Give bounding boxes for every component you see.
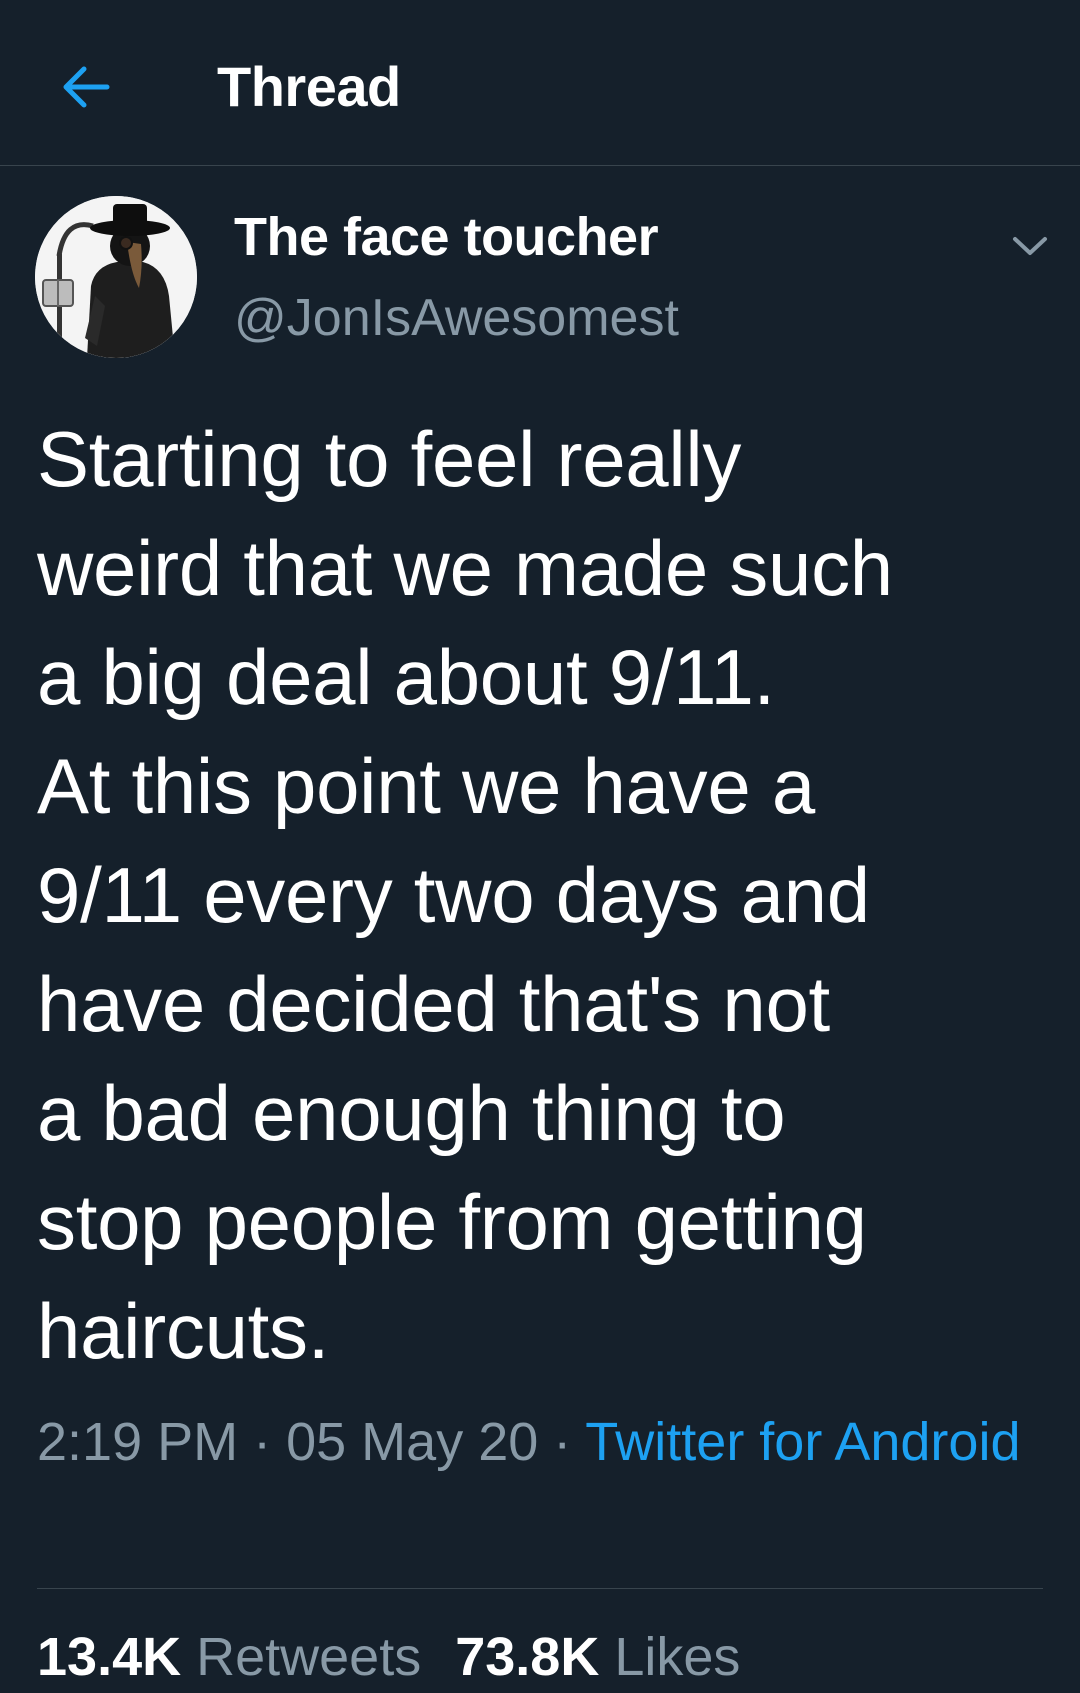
tweet-author: The face toucher @JonIsAwesomest (0, 166, 1080, 386)
tweet-text: Starting to feel really weird that we ma… (37, 415, 893, 1375)
author-handle[interactable]: @JonIsAwesomest (234, 288, 679, 348)
avatar[interactable] (35, 196, 197, 358)
tweet-stats: 13.4K Retweets 73.8K Likes (37, 1622, 774, 1692)
meta-separator-2: · (538, 1412, 586, 1472)
avatar-image (35, 196, 197, 358)
thread-header: Thread (0, 0, 1080, 166)
back-button[interactable] (50, 52, 120, 122)
retweets-count: 13.4K (37, 1627, 182, 1687)
likes-label: Likes (599, 1627, 741, 1687)
page-title: Thread (217, 55, 401, 118)
author-display-name[interactable]: The face toucher (234, 206, 659, 268)
chevron-down-icon (1013, 237, 1047, 255)
tweet-source-link[interactable]: Twitter for Android (585, 1412, 1020, 1472)
likes-stat[interactable]: 73.8K Likes (455, 1622, 740, 1692)
tweet-time[interactable]: 2:19 PM (37, 1412, 238, 1472)
meta-separator: · (238, 1412, 287, 1472)
likes-count: 73.8K (455, 1627, 600, 1687)
divider (37, 1588, 1043, 1589)
tweet-date[interactable]: 05 May 20 (286, 1412, 538, 1472)
arrow-left-icon (63, 66, 110, 108)
tweet-meta: 2:19 PM · 05 May 20 · Twitter for Androi… (37, 1405, 1037, 1479)
tweet-menu-button[interactable] (1000, 216, 1060, 276)
retweets-label: Retweets (181, 1627, 422, 1687)
retweets-stat[interactable]: 13.4K Retweets (37, 1622, 421, 1692)
